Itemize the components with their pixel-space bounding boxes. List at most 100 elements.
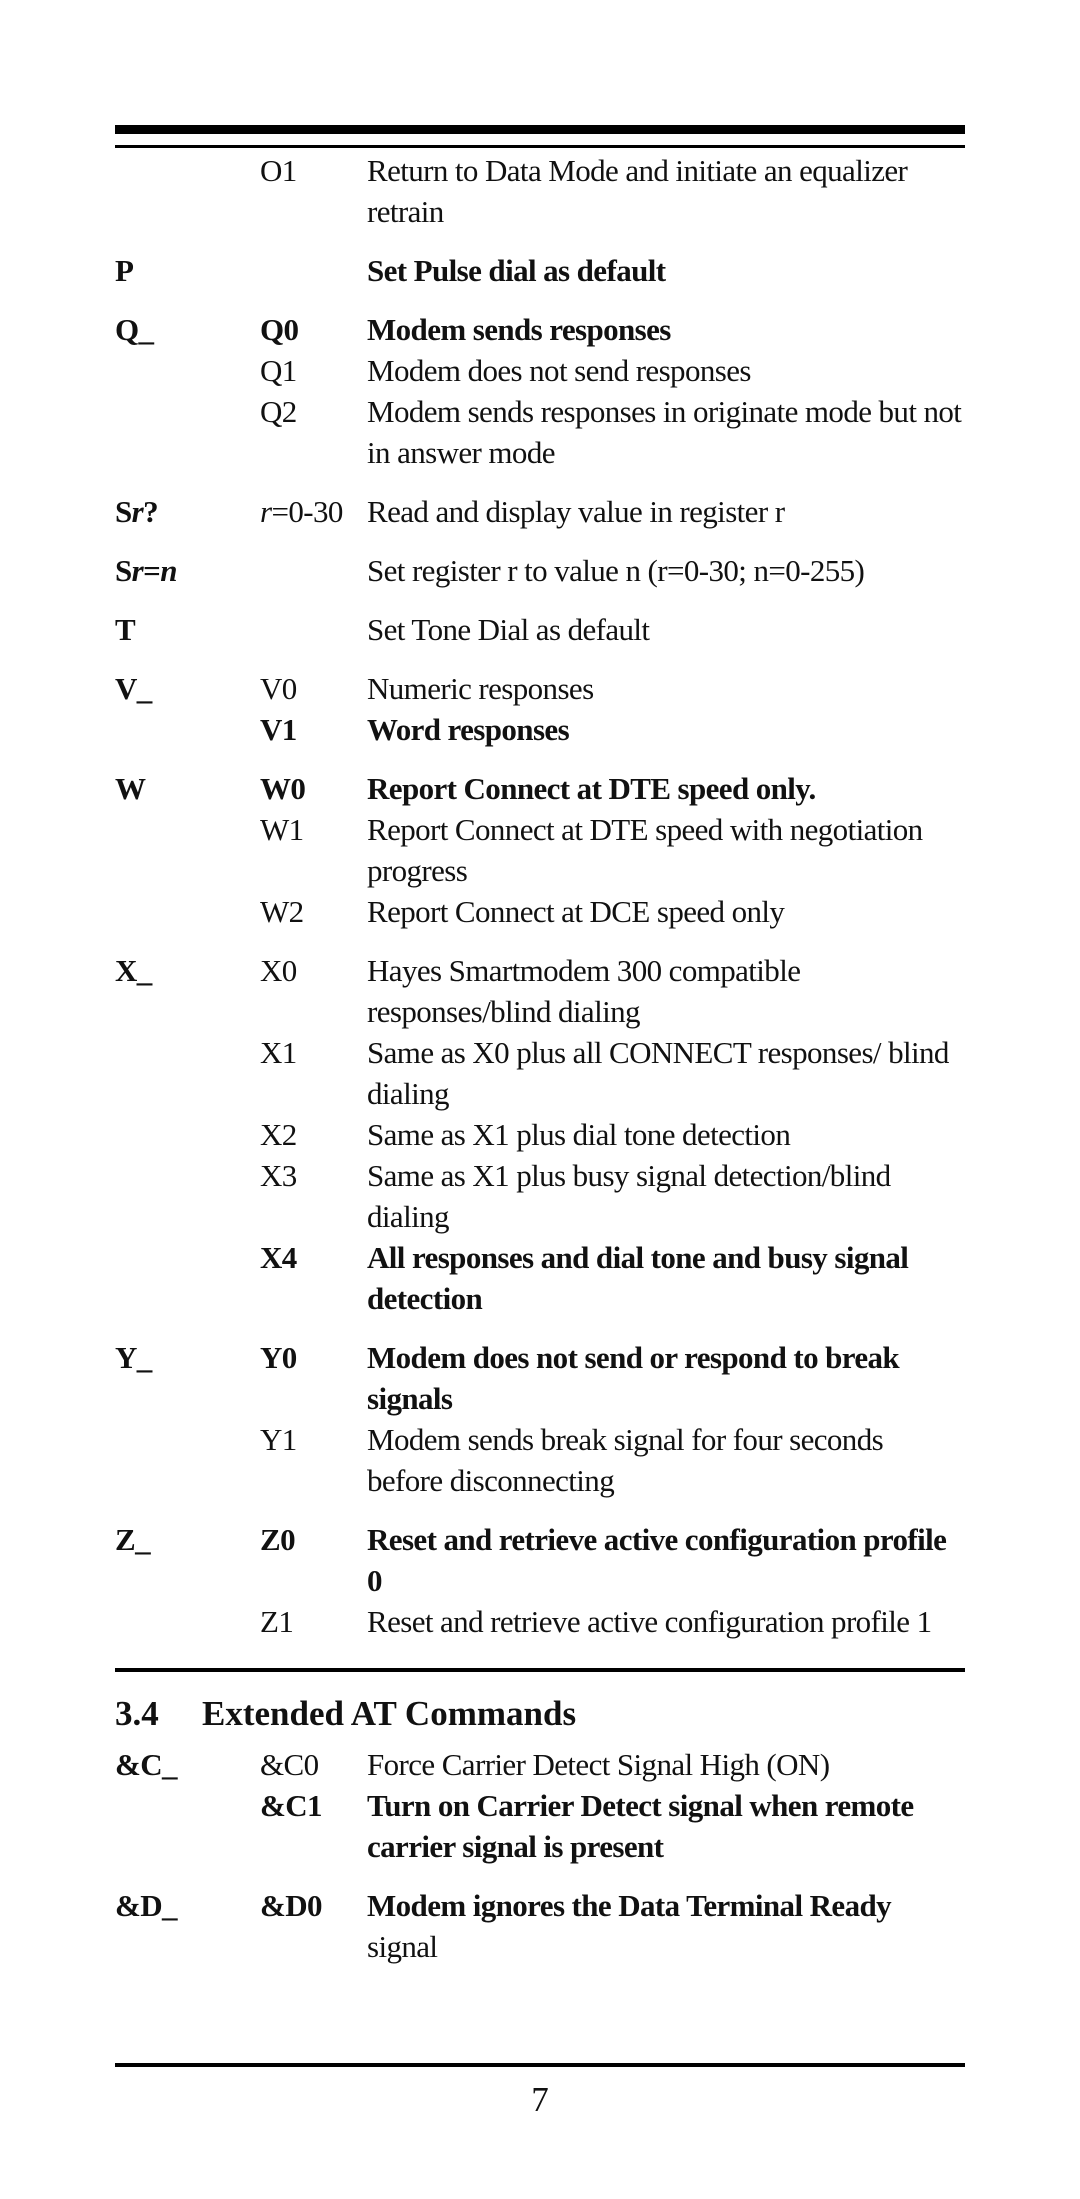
command-option: &C1 [260,1788,323,1823]
section-title: Extended AT Commands [202,1694,577,1733]
command-option: V0 [260,671,297,706]
command-option: X4 [260,1240,297,1275]
command-row: X_ X0 Hayes Smartmodem 300 compatible resp… [115,950,965,1032]
footer-rule [115,2063,965,2067]
command-option: r=0-30 [260,494,343,529]
command-row: &C_ &C0 Force Carrier Detect Signal High (… [115,1744,965,1785]
command-description: Set register r to value n (r=0-30; n=0-2… [367,553,865,588]
command-row: P Set Pulse dial as default [115,250,965,291]
command-option: W0 [260,771,306,806]
command-description: Hayes Smartmodem 300 compatible response… [367,953,801,1029]
command-group: Q_ Q0 Modem sends responses Q1 Modem does no… [115,309,965,473]
command-name: &C_ [115,1747,178,1782]
command-group: X_ X0 Hayes Smartmodem 300 compatible resp… [115,950,965,1319]
command-description: Modem does not send or respond to break … [367,1340,900,1416]
command-row: O1 Return to Data Mode and initiate an eq… [115,150,965,232]
section-heading: 3.4 Extended AT Commands [115,1692,965,1736]
command-group: &C_ &C0 Force Carrier Detect Signal High (… [115,1744,965,1867]
command-option: Y1 [260,1422,297,1457]
command-row: X3 Same as X1 plus busy signal detection/… [115,1155,965,1237]
command-list-basic: O1 Return to Data Mode and initiate an eq… [115,150,965,1642]
command-row: Y1 Modem sends break signal for four seco… [115,1419,965,1501]
command-description: Force Carrier Detect Signal High (ON) [367,1747,830,1782]
header-rule-thick [115,125,965,134]
command-description: Reset and retrieve active configuration … [367,1604,932,1639]
command-name: &D_ [115,1888,178,1923]
command-row: W1 Report Connect at DTE speed with negot… [115,809,965,891]
section-number: 3.4 [115,1694,159,1733]
command-group: P Set Pulse dial as default [115,250,965,291]
command-description: Report Connect at DTE speed with negotia… [367,812,923,888]
command-row: Y_ Y0 Modem does not send or respond to br… [115,1337,965,1419]
description-bold-part: Modem ignores the Data Terminal Ready [367,1888,892,1923]
command-row: Z_ Z0 Reset and retrieve active configurat… [115,1519,965,1601]
command-option: &D0 [260,1888,323,1923]
command-option: X3 [260,1158,297,1193]
command-group: V_ V0 Numeric responses V1 Word responses [115,668,965,750]
command-row: W W0 Report Connect at DTE speed only. [115,768,965,809]
command-row: Sr? r=0-30 Read and display value in regis… [115,491,965,532]
command-name: Sr=n [115,553,177,588]
command-row: T Set Tone Dial as default [115,609,965,650]
command-description: Modem does not send responses [367,353,751,388]
command-description: Modem sends break signal for four second… [367,1422,884,1498]
command-option: O1 [260,153,297,188]
command-description: Numeric responses [367,671,594,706]
command-row: &D_ &D0 Modem ignores the Data Terminal Re… [115,1885,965,1967]
command-row: Q2 Modem sends responses in originate mod… [115,391,965,473]
command-name: Sr? [115,494,159,529]
command-description: Modem ignores the Data Terminal Ready sig… [367,1885,965,1967]
command-description: Report Connect at DTE speed only. [367,771,816,806]
command-option: Y0 [260,1340,297,1375]
command-name: P [115,253,134,288]
command-description: Read and display value in register r [367,494,785,529]
command-name: V_ [115,671,152,706]
command-table: O1 Return to Data Mode and initiate an eq… [115,150,965,1985]
command-option: Q0 [260,312,299,347]
command-option: X0 [260,953,297,988]
command-option: V1 [260,712,297,747]
command-row: X1 Same as X0 plus all CONNECT responses/… [115,1032,965,1114]
command-row: Q_ Q0 Modem sends responses [115,309,965,350]
command-row: V1 Word responses [115,709,965,750]
command-description: Same as X0 plus all CONNECT responses/ b… [367,1035,949,1111]
command-option: Z0 [260,1522,296,1557]
command-description: Word responses [367,712,570,747]
command-list-extended: &C_ &C0 Force Carrier Detect Signal High (… [115,1744,965,1967]
command-row: &C1 Turn on Carrier Detect signal when re… [115,1785,965,1867]
command-description: Reset and retrieve active configuration … [367,1522,947,1598]
command-group: O1 Return to Data Mode and initiate an eq… [115,150,965,232]
command-row: X4 All responses and dial tone and busy s… [115,1237,965,1319]
command-group: Sr? r=0-30 Read and display value in regis… [115,491,965,532]
command-description: Modem sends responses [367,312,671,347]
command-option: &C0 [260,1747,319,1782]
command-description: Report Connect at DCE speed only [367,894,785,929]
command-option: Q1 [260,353,297,388]
command-row: X2 Same as X1 plus dial tone detection [115,1114,965,1155]
command-row: W2 Report Connect at DCE speed only [115,891,965,932]
command-description: Same as X1 plus dial tone detection [367,1117,791,1152]
page-number: 7 [531,2080,549,2119]
command-option: X1 [260,1035,297,1070]
command-description: Same as X1 plus busy signal detection/bl… [367,1158,891,1234]
command-name: W [115,771,146,806]
section-divider [115,1668,965,1672]
command-option: Z1 [260,1604,294,1639]
command-name: Z_ [115,1522,151,1557]
command-group: Z_ Z0 Reset and retrieve active configurat… [115,1519,965,1642]
command-option: Q2 [260,394,297,429]
command-name: Y_ [115,1340,152,1375]
command-option: X2 [260,1117,297,1152]
command-description: Return to Data Mode and initiate an equa… [367,153,908,229]
command-group: Sr=n Set register r to value n (r=0-30; n… [115,550,965,591]
command-description: Set Pulse dial as default [367,253,666,288]
command-description: All responses and dial tone and busy sig… [367,1240,909,1316]
header-rule-thin [115,145,965,148]
command-description: Set Tone Dial as default [367,612,650,647]
command-row: Z1 Reset and retrieve active configuratio… [115,1601,965,1642]
command-group: T Set Tone Dial as default [115,609,965,650]
command-row: Sr=n Set register r to value n (r=0-30; n… [115,550,965,591]
command-group: W W0 Report Connect at DTE speed only. W1 Re… [115,768,965,932]
command-description: Modem sends responses in originate mode … [367,394,962,470]
command-row: V_ V0 Numeric responses [115,668,965,709]
